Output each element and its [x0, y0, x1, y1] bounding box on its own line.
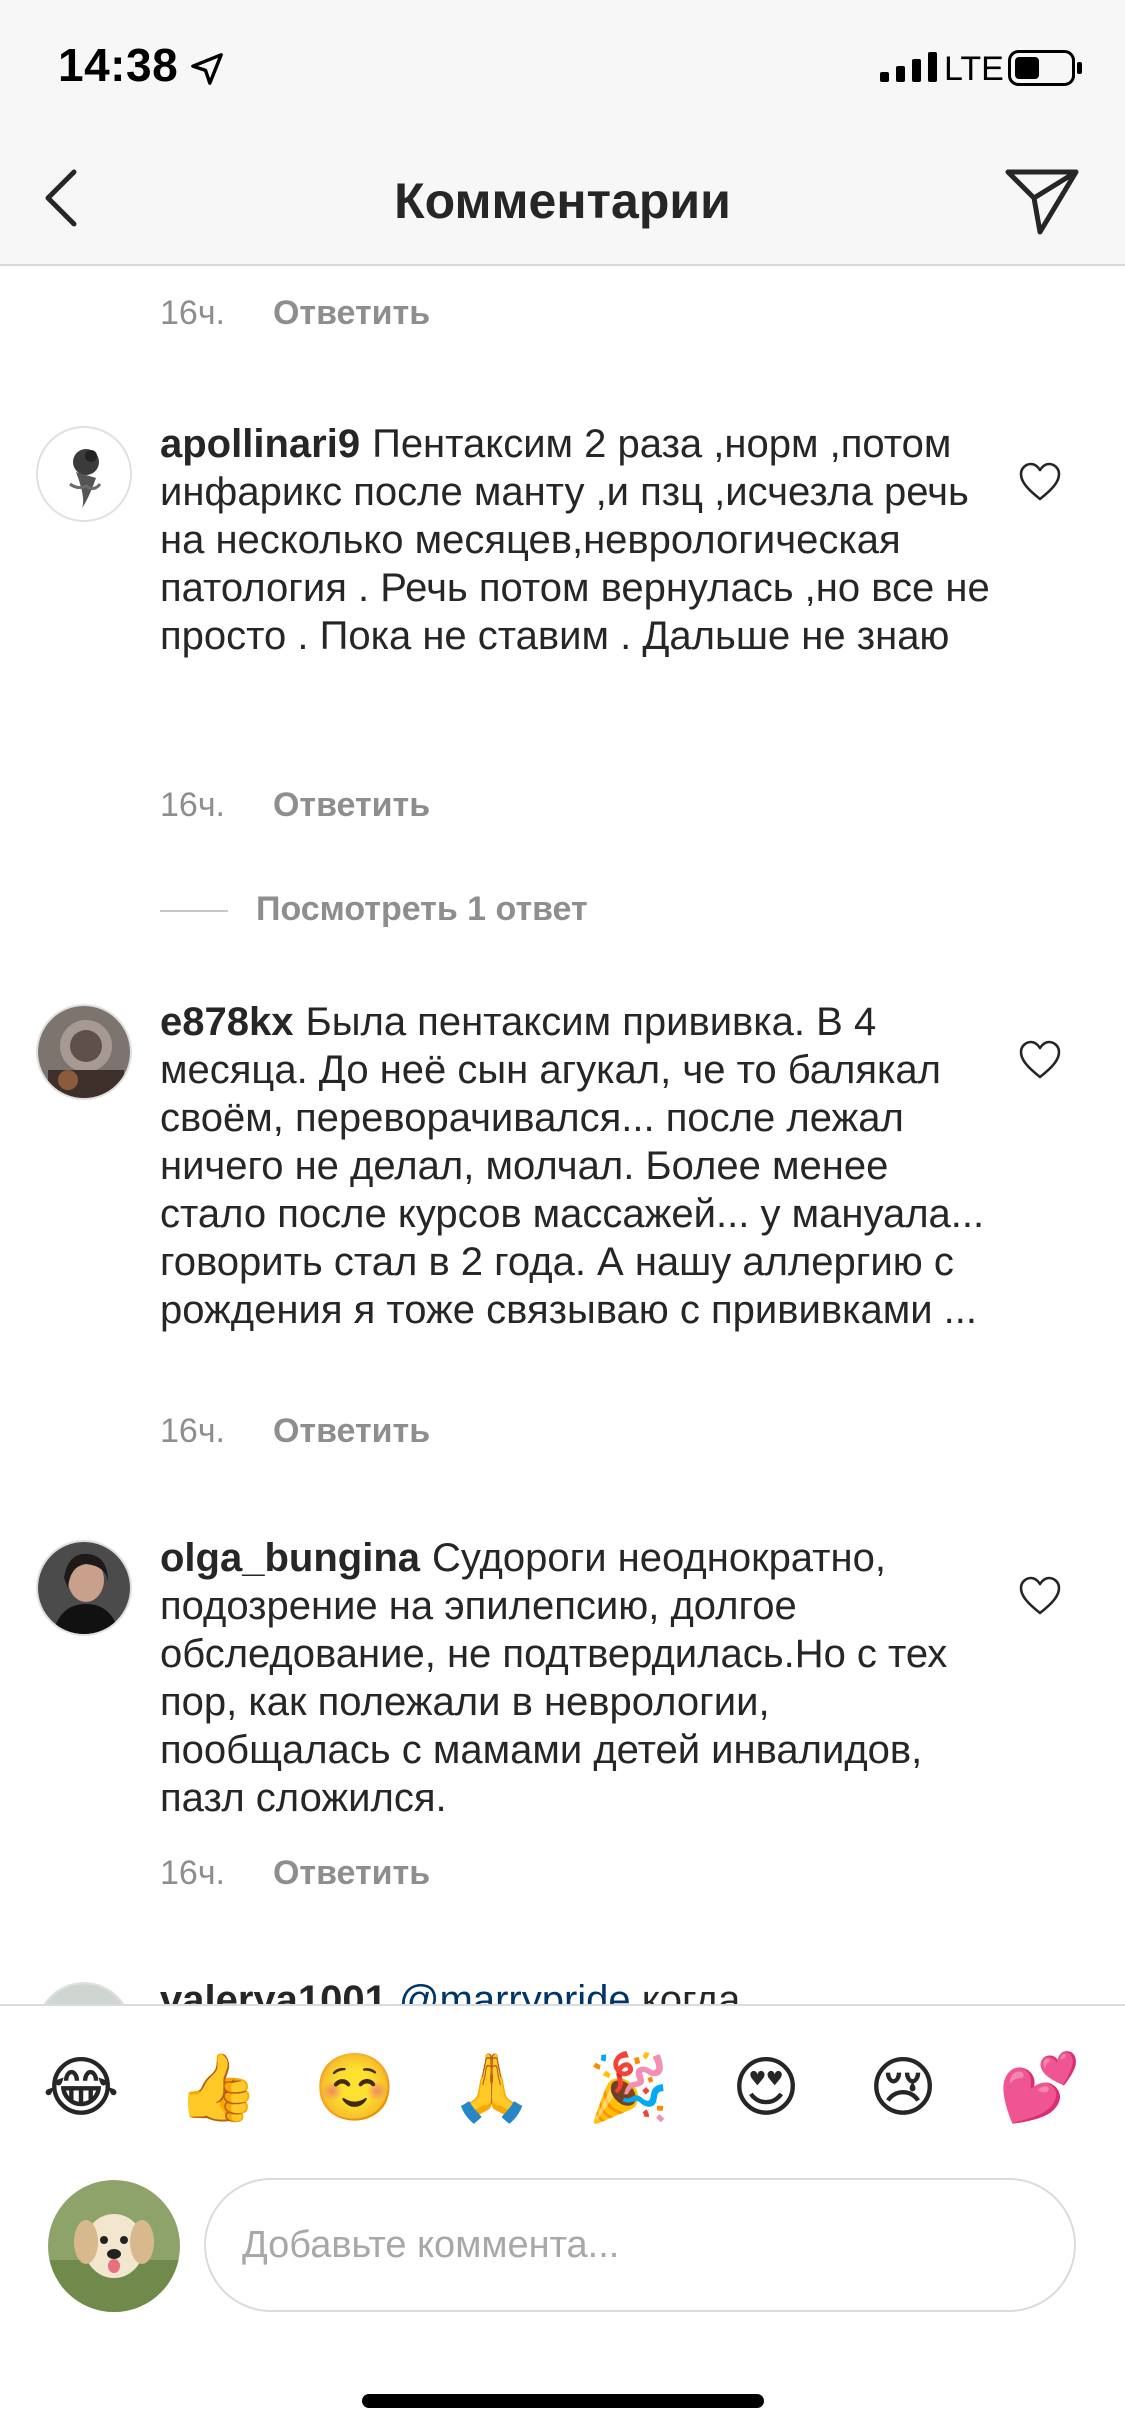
view-replies-label: Посмотреть 1 ответ — [256, 890, 588, 928]
status-bar: 14:38 LTE — [0, 0, 1125, 132]
replies-divider — [160, 910, 228, 912]
reply-button[interactable]: Ответить — [273, 786, 430, 824]
comment-text: e878kx Была пентаксим прививка. В 4 месяц… — [160, 998, 990, 1334]
comments-screen: 14:38 LTE Комментарии 16ч. Ответить apol… — [0, 0, 1125, 2436]
comment-body: Была пентаксим прививка. В 4 месяца. До … — [160, 1000, 985, 1332]
like-heart-icon[interactable] — [1018, 462, 1062, 502]
comment-time: 16ч. — [160, 1854, 225, 1892]
avatar[interactable] — [36, 1540, 132, 1636]
comment-username[interactable]: e878kx — [160, 1000, 293, 1044]
emoji-button[interactable]: 🙏 — [447, 2048, 537, 2128]
comment-meta: 16ч. Ответить — [160, 1412, 430, 1451]
emoji-button[interactable]: ☺️ — [310, 2048, 400, 2128]
comment-meta: 16ч. Ответить — [160, 786, 430, 825]
emoji-button[interactable]: 😢 — [858, 2048, 948, 2128]
comment-input[interactable] — [204, 2178, 1076, 2312]
comment-username[interactable]: valerya1001 — [160, 1978, 387, 2004]
comment-mention[interactable]: @marrypride — [399, 1978, 631, 2004]
comment-time: 16ч. — [160, 786, 225, 824]
comments-list[interactable]: 16ч. Ответить apollinari9 Пентаксим 2 раза… — [0, 268, 1125, 2004]
location-arrow-icon — [191, 53, 223, 85]
comment-text: olga_bungina Судороги неоднократно, подоз… — [160, 1534, 990, 1822]
comment-body: когда — [641, 1978, 741, 2004]
avatar[interactable] — [36, 1004, 132, 1100]
direct-share-button[interactable] — [1000, 160, 1084, 240]
comment-text: valerya1001 @marrypride когда — [160, 1976, 990, 2004]
battery-icon — [1008, 50, 1082, 86]
comment-time: 16ч. — [160, 1412, 225, 1450]
comment-username[interactable]: olga_bungina — [160, 1536, 420, 1580]
comment-meta: 16ч. Ответить — [160, 1854, 430, 1893]
emoji-button[interactable]: 👍 — [173, 2048, 263, 2128]
like-heart-icon[interactable] — [1018, 1576, 1062, 1616]
comment-time: 16ч. — [160, 294, 225, 332]
page-title: Комментарии — [394, 173, 731, 229]
status-time: 14:38 — [58, 39, 179, 91]
comment-meta: 16ч. Ответить — [160, 294, 430, 333]
reply-button[interactable]: Ответить — [273, 1854, 430, 1892]
navigation-bar: Комментарии — [0, 132, 1125, 266]
avatar[interactable] — [36, 426, 132, 522]
emoji-button[interactable]: 💕 — [995, 2048, 1085, 2128]
emoji-button[interactable]: 😍 — [721, 2048, 811, 2128]
like-heart-icon[interactable] — [1018, 1040, 1062, 1080]
avatar[interactable] — [36, 1982, 132, 2004]
emoji-button[interactable]: 🎉 — [584, 2048, 674, 2128]
reply-button[interactable]: Ответить — [273, 294, 430, 332]
current-user-avatar — [48, 2180, 180, 2312]
comment-username[interactable]: apollinari9 — [160, 422, 360, 466]
signal-icon — [880, 52, 937, 82]
reply-button[interactable]: Ответить — [273, 1412, 430, 1450]
comment-text: apollinari9 Пентаксим 2 раза ,норм ,потом… — [160, 420, 990, 660]
home-indicator — [362, 2394, 764, 2408]
network-label: LTE — [944, 50, 1004, 88]
emoji-button[interactable]: 😂 — [36, 2048, 126, 2128]
emoji-quick-bar: 😂 👍 ☺️ 🙏 🎉 😍 😢 💕 — [0, 2004, 1125, 2174]
